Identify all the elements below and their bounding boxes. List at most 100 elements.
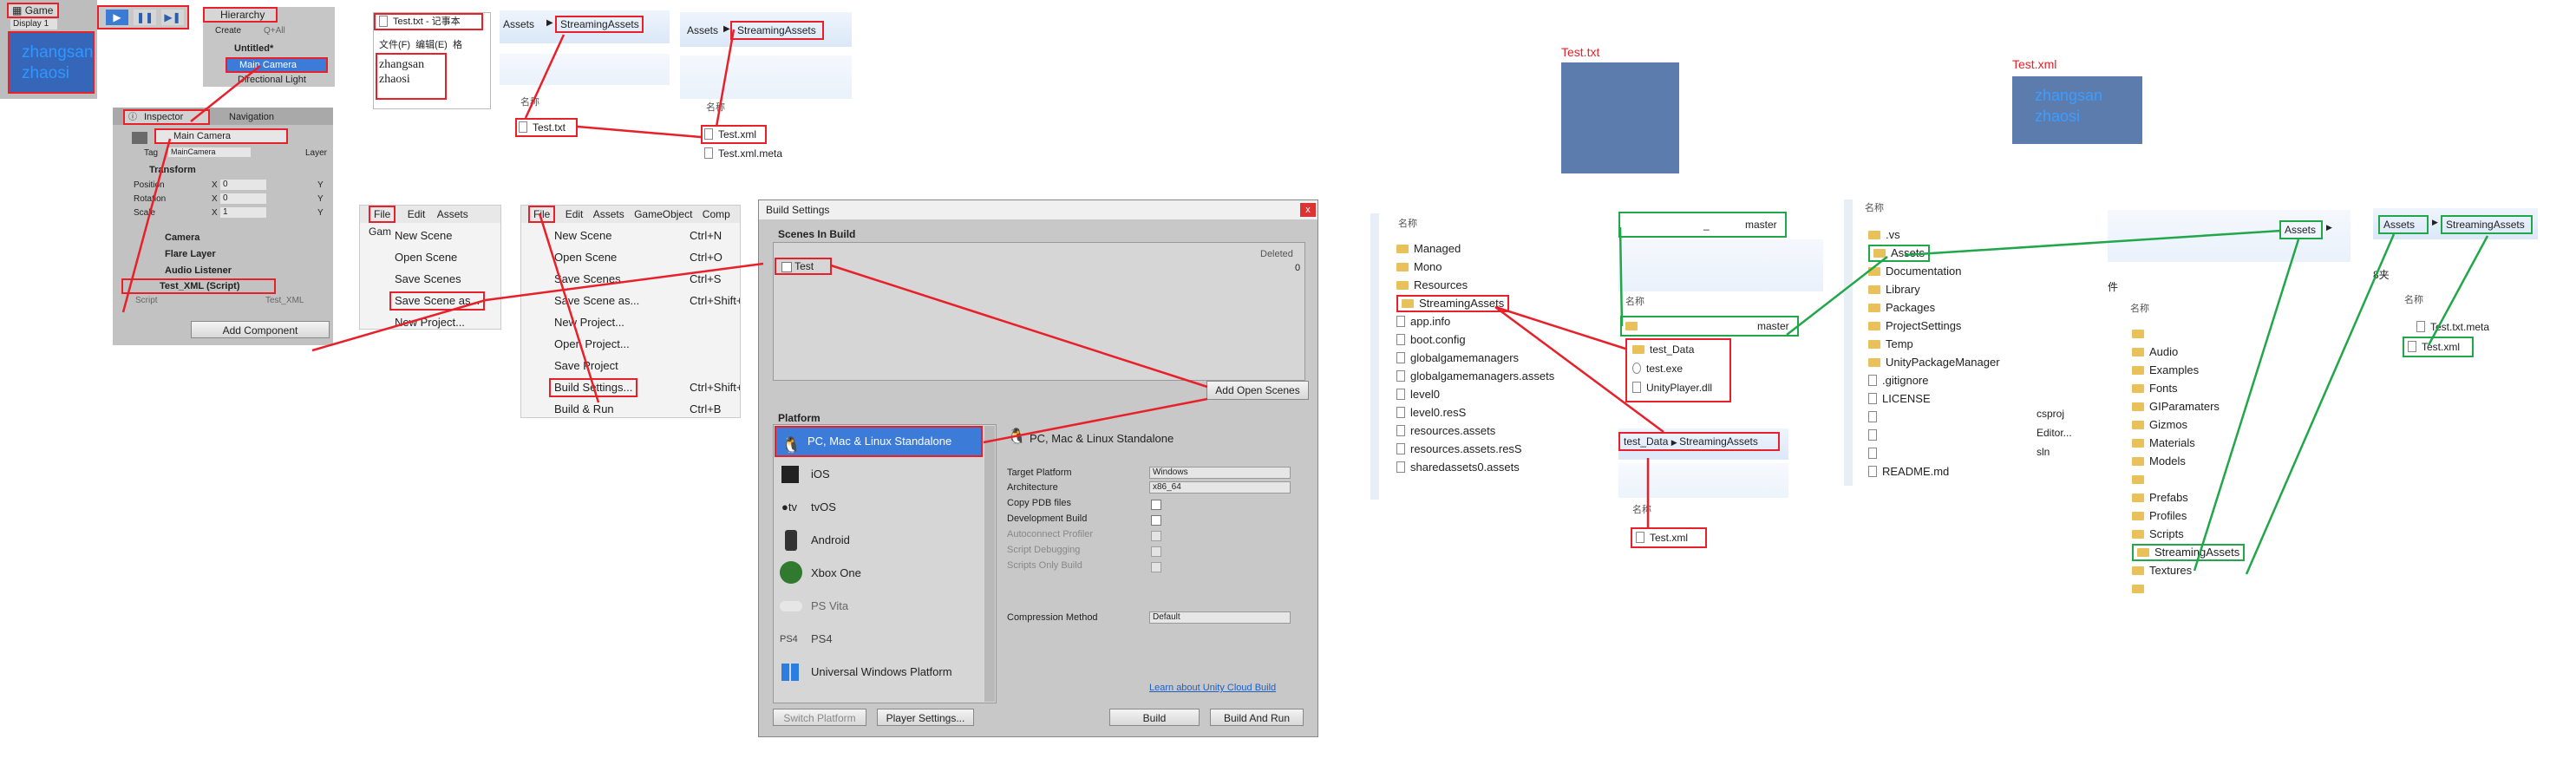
platform-scrollbar[interactable] [984,426,995,702]
hierarchy-item-main-camera[interactable]: Main Camera [226,57,328,73]
menu-save-scene-as[interactable]: Save Scene as... [389,290,486,311]
list-item[interactable]: .gitignore [1868,371,2000,389]
list-item[interactable]: Profiles [2132,507,2245,525]
menu-open-scene[interactable]: Open Scene Ctrl+O [554,246,736,268]
list-item[interactable]: resources.assets [1396,422,1554,440]
breadcrumb-streamingassets[interactable]: StreamingAssets [2441,215,2533,234]
menu-new-scene[interactable]: New Scene [395,225,485,246]
hierarchy-item-directional-light[interactable]: Directional Light [238,75,306,86]
item-test-exe[interactable]: test.exe [1632,363,1683,375]
inspector-tab[interactable]: ⓘ Inspector [123,109,210,125]
menu-save-scenes[interactable]: Save Scenes [395,268,485,290]
breadcrumb-streamingassets[interactable]: StreamingAssets [555,16,644,33]
platform-tvos[interactable]: ●tv tvOS [775,492,983,523]
list-item[interactable]: LICENSE [1868,389,2000,408]
list-item[interactable] [2132,470,2245,488]
scripts-only-checkbox[interactable] [1151,562,1161,572]
list-item[interactable]: level0 [1396,385,1554,403]
rotation-x-field[interactable]: 0 [220,193,266,204]
tag-dropdown[interactable]: MainCamera [168,147,251,157]
cloud-build-link[interactable]: Learn about Unity Cloud Build [1149,683,1276,694]
list-item[interactable]: Temp [1868,335,2000,353]
list-item[interactable]: Gizmos [2132,415,2245,434]
list-item[interactable]: Documentation [1868,262,2000,280]
menu-gameobject[interactable]: GameObject [634,208,692,220]
file-test-xml-meta[interactable]: Test.xml.meta [704,147,782,160]
architecture-dropdown[interactable]: x86_64 [1149,481,1291,494]
list-item[interactable]: Audio [2132,343,2245,361]
display-dropdown[interactable]: Display 1 [10,19,58,29]
hierarchy-tab[interactable]: Hierarchy [203,7,278,23]
list-item[interactable] [2132,579,2245,598]
item-unityplayer-dll[interactable]: UnityPlayer.dll [1632,382,1712,394]
menu-file[interactable]: File [369,206,396,223]
navigation-tab[interactable]: Navigation [229,112,274,123]
platform-ps4[interactable]: PS4 PS4 [775,624,983,655]
master-folder-row[interactable]: master [1620,316,1799,337]
object-name-field[interactable]: Main Camera [154,128,288,144]
breadcrumb-streamingassets[interactable]: StreamingAssets [730,21,824,40]
scene-entry-test[interactable]: Test [775,258,832,275]
list-item[interactable] [1868,444,2000,462]
copy-pdb-checkbox[interactable] [1151,500,1161,510]
menu-save-scenes[interactable]: Save Scenes Ctrl+S [554,268,736,290]
list-item[interactable]: resources.assets.resS [1396,440,1554,458]
hierarchy-search[interactable]: Q+All [264,26,285,36]
list-item[interactable]: globalgamemanagers [1396,349,1554,367]
master-path-bar[interactable]: _ master [1618,212,1787,238]
list-item[interactable]: Resources [1396,276,1554,294]
list-item[interactable]: README.md [1868,462,2000,481]
list-item[interactable]: Managed [1396,239,1554,258]
menu-new-project[interactable]: New Project... [554,311,736,333]
menu-build-and-run[interactable]: Build & Run Ctrl+B [554,398,736,417]
breadcrumb-assets[interactable]: Assets [687,24,718,36]
scene-checkbox[interactable] [781,261,792,272]
list-item[interactable]: Mono [1396,258,1554,276]
menu-edit[interactable]: Edit [408,208,426,220]
list-item[interactable]: GIParamaters [2132,397,2245,415]
notepad-menu-edit[interactable]: 编辑(E) [415,40,448,50]
component-audio-listener[interactable]: Audio Listener [165,265,232,277]
build-and-run-button[interactable]: Build And Run [1210,709,1304,726]
menu-component[interactable]: Comp [703,208,730,220]
list-item[interactable]: Library [1868,280,2000,298]
menu-open-scene[interactable]: Open Scene [395,246,485,268]
menu-assets[interactable]: Assets [593,208,624,220]
file-test-xml[interactable]: Test.xml [1631,527,1707,548]
file-test-xml[interactable]: Test.xml [701,125,767,144]
file-test-txt-meta[interactable]: Test.txt.meta [2416,321,2489,333]
list-item[interactable]: Prefabs [2132,488,2245,507]
list-item[interactable]: app.info [1396,312,1554,330]
list-item[interactable]: Models [2132,452,2245,470]
menu-file[interactable]: File [528,206,556,223]
platform-uwp[interactable]: Universal Windows Platform [775,657,983,688]
breadcrumb-test-data-streamingassets[interactable]: test_Data ▶ StreamingAssets [1618,432,1780,451]
list-item[interactable]: UnityPackageManager [1868,353,2000,371]
list-item[interactable]: ProjectSettings [1868,317,2000,335]
development-build-checkbox[interactable] [1151,515,1161,526]
transform-header[interactable]: Transform [149,165,196,176]
list-item[interactable] [1868,426,2000,444]
menu-new-scene[interactable]: New Scene Ctrl+N [554,225,736,246]
list-item[interactable]: Textures [2132,561,2245,579]
component-camera[interactable]: Camera [165,232,199,244]
player-settings-button[interactable]: Player Settings... [877,709,974,726]
list-item[interactable] [2132,324,2245,343]
file-test-txt[interactable]: Test.txt [515,118,578,137]
play-button[interactable]: ▶ [106,10,128,25]
scale-x-field[interactable]: 1 [220,207,266,218]
breadcrumb-assets[interactable]: Assets [2378,215,2429,234]
close-button[interactable]: x [1300,203,1316,217]
component-flare-layer[interactable]: Flare Layer [165,249,216,260]
component-test-xml-script[interactable]: Test_XML (Script) [121,278,276,294]
autoconnect-checkbox[interactable] [1151,531,1161,541]
menu-gameobject[interactable]: Gam [369,226,391,238]
list-item[interactable]: StreamingAssets [2132,543,2246,561]
menu-new-project[interactable]: New Project... [395,311,485,329]
menu-assets[interactable]: Assets [437,208,468,220]
notepad-text-area[interactable]: zhangsan zhaosi [376,53,447,100]
menu-save-project[interactable]: Save Project [554,355,736,376]
platform-pc-mac-linux[interactable]: 🐧 PC, Mac & Linux Standalone [775,426,983,457]
compression-dropdown[interactable]: Default [1149,611,1291,624]
item-test-data[interactable]: test_Data [1632,343,1694,356]
